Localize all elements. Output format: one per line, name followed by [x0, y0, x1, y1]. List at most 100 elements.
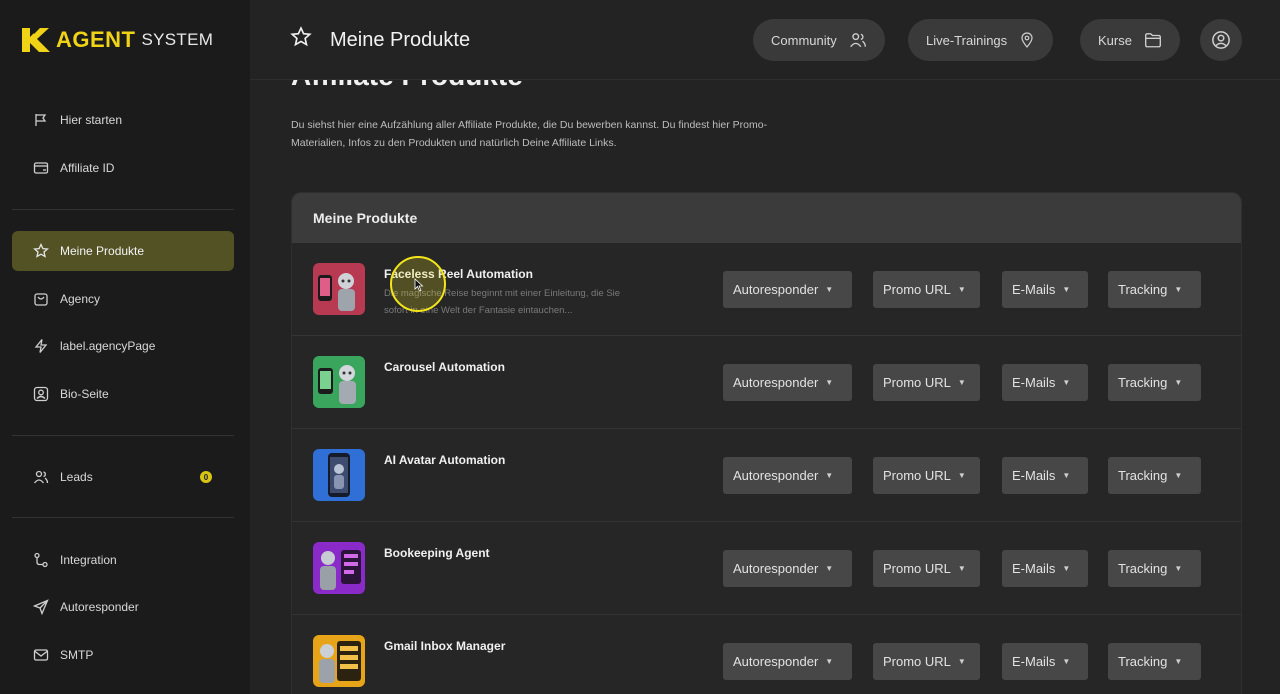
product-thumbnail[interactable] [313, 542, 365, 594]
product-name[interactable]: Gmail Inbox Manager [384, 639, 505, 653]
chevron-down-icon: ▼ [957, 657, 966, 666]
promo-url-dropdown[interactable]: Promo URL ▼ [873, 457, 980, 494]
leads-count-badge: 0 [200, 471, 212, 483]
chevron-down-icon: ▼ [1174, 285, 1183, 294]
product-row: AI Avatar Automation Autoresponder ▼ Prom… [292, 429, 1241, 522]
product-name[interactable]: Carousel Automation [384, 360, 505, 374]
product-row: Bookeeping Agent Autoresponder ▼ Promo UR… [292, 522, 1241, 615]
logo-brand: AGENT [56, 27, 136, 52]
send-icon [32, 598, 50, 616]
chevron-down-icon: ▼ [957, 378, 966, 387]
section-description: Du siehst hier eine Aufzählung aller Aff… [291, 119, 768, 149]
tracking-dropdown[interactable]: Tracking ▼ [1108, 271, 1201, 308]
folder-icon [1144, 31, 1162, 49]
nav-divider [12, 435, 234, 436]
sidebar-item-label: Autoresponder [60, 600, 139, 614]
nav-divider [12, 209, 234, 210]
chevron-down-icon: ▼ [825, 285, 834, 294]
chevron-down-icon: ▼ [1062, 378, 1071, 387]
dropdown-label: Autoresponder [733, 561, 819, 576]
autoresponder-dropdown[interactable]: Autoresponder ▼ [723, 271, 852, 308]
tracking-dropdown[interactable]: Tracking ▼ [1108, 550, 1201, 587]
dropdown-label: Autoresponder [733, 282, 819, 297]
chevron-down-icon: ▼ [957, 285, 966, 294]
sidebar-item-integration[interactable]: Integration [12, 540, 234, 580]
promo-url-dropdown[interactable]: Promo URL ▼ [873, 550, 980, 587]
sidebar-item-affiliate-id[interactable]: Affiliate ID [12, 148, 234, 188]
tracking-dropdown[interactable]: Tracking ▼ [1108, 364, 1201, 401]
product-name[interactable]: Bookeeping Agent [384, 546, 490, 560]
integration-icon [32, 551, 50, 569]
chevron-down-icon: ▼ [1062, 564, 1071, 573]
product-thumbnail[interactable] [313, 635, 365, 687]
dropdown-label: Promo URL [883, 654, 951, 669]
top-header: Meine Produkte Community Live-Trainings … [250, 0, 1280, 80]
emails-dropdown[interactable]: E-Mails ▼ [1002, 271, 1088, 308]
sidebar-item-label: Bio-Seite [60, 387, 109, 401]
chevron-down-icon: ▼ [825, 657, 834, 666]
promo-url-dropdown[interactable]: Promo URL ▼ [873, 364, 980, 401]
dropdown-label: E-Mails [1012, 468, 1056, 483]
product-row: Gmail Inbox Manager Autoresponder ▼ Promo… [292, 615, 1241, 694]
community-icon [849, 31, 867, 49]
dropdown-label: Autoresponder [733, 468, 819, 483]
product-name[interactable]: AI Avatar Automation [384, 453, 505, 467]
sidebar-item-label: Meine Produkte [60, 244, 145, 258]
logo-mark-icon [22, 28, 50, 52]
sidebar-item-label: label.agencyPage [60, 339, 156, 353]
sidebar-item-label: Leads [60, 470, 93, 484]
chevron-down-icon: ▼ [825, 564, 834, 573]
dropdown-label: Autoresponder [733, 375, 819, 390]
kurse-label: Kurse [1098, 32, 1132, 48]
sidebar-item-bio-seite[interactable]: Bio-Seite [12, 374, 234, 414]
live-trainings-button[interactable]: Live-Trainings [908, 19, 1054, 61]
sidebar-item-agency-page[interactable]: label.agencyPage [12, 326, 234, 366]
profile-icon [32, 385, 50, 403]
sidebar-item-smtp[interactable]: SMTP [12, 635, 234, 675]
page-title: Meine Produkte [290, 26, 470, 54]
dropdown-label: Tracking [1118, 375, 1168, 390]
autoresponder-dropdown[interactable]: Autoresponder ▼ [723, 364, 852, 401]
dropdown-label: Promo URL [883, 468, 951, 483]
emails-dropdown[interactable]: E-Mails ▼ [1002, 643, 1088, 680]
page-title-text: Meine Produkte [330, 28, 471, 51]
logo[interactable]: AGENT SYSTEM [20, 26, 213, 54]
panel-title: Meine Produkte [292, 193, 1241, 243]
bolt-icon [32, 337, 50, 355]
autoresponder-dropdown[interactable]: Autoresponder ▼ [723, 457, 852, 494]
autoresponder-dropdown[interactable]: Autoresponder ▼ [723, 643, 852, 680]
community-button[interactable]: Community [753, 19, 885, 61]
emails-dropdown[interactable]: E-Mails ▼ [1002, 364, 1088, 401]
mail-icon [32, 646, 50, 664]
chevron-down-icon: ▼ [1174, 378, 1183, 387]
product-thumbnail[interactable] [313, 356, 365, 408]
promo-url-dropdown[interactable]: Promo URL ▼ [873, 271, 980, 308]
sidebar-item-meine-produkte[interactable]: Meine Produkte [12, 231, 234, 271]
emails-dropdown[interactable]: E-Mails ▼ [1002, 457, 1088, 494]
dropdown-label: Promo URL [883, 561, 951, 576]
chevron-down-icon: ▼ [957, 564, 966, 573]
dropdown-label: Tracking [1118, 468, 1168, 483]
autoresponder-dropdown[interactable]: Autoresponder ▼ [723, 550, 852, 587]
tracking-dropdown[interactable]: Tracking ▼ [1108, 457, 1201, 494]
sidebar-item-leads[interactable]: Leads 0 [12, 457, 234, 497]
sidebar-item-hier-starten[interactable]: Hier starten [12, 100, 234, 140]
sidebar-item-agency[interactable]: Agency [12, 279, 234, 319]
product-thumbnail[interactable] [313, 263, 365, 315]
chevron-down-icon: ▼ [1062, 285, 1071, 294]
flag-icon [32, 111, 50, 129]
emails-dropdown[interactable]: E-Mails ▼ [1002, 550, 1088, 587]
product-row: Carousel Automation Autoresponder ▼ Promo… [292, 336, 1241, 429]
sidebar-item-autoresponder[interactable]: Autoresponder [12, 587, 234, 627]
product-thumbnail[interactable] [313, 449, 365, 501]
dropdown-label: E-Mails [1012, 561, 1056, 576]
sidebar-item-label: Affiliate ID [60, 161, 115, 175]
promo-url-dropdown[interactable]: Promo URL ▼ [873, 643, 980, 680]
dropdown-label: E-Mails [1012, 654, 1056, 669]
chevron-down-icon: ▼ [825, 378, 834, 387]
star-icon [290, 26, 312, 54]
sidebar-item-label: SMTP [60, 648, 94, 662]
user-menu-button[interactable] [1200, 19, 1242, 61]
kurse-button[interactable]: Kurse [1080, 19, 1180, 61]
tracking-dropdown[interactable]: Tracking ▼ [1108, 643, 1201, 680]
